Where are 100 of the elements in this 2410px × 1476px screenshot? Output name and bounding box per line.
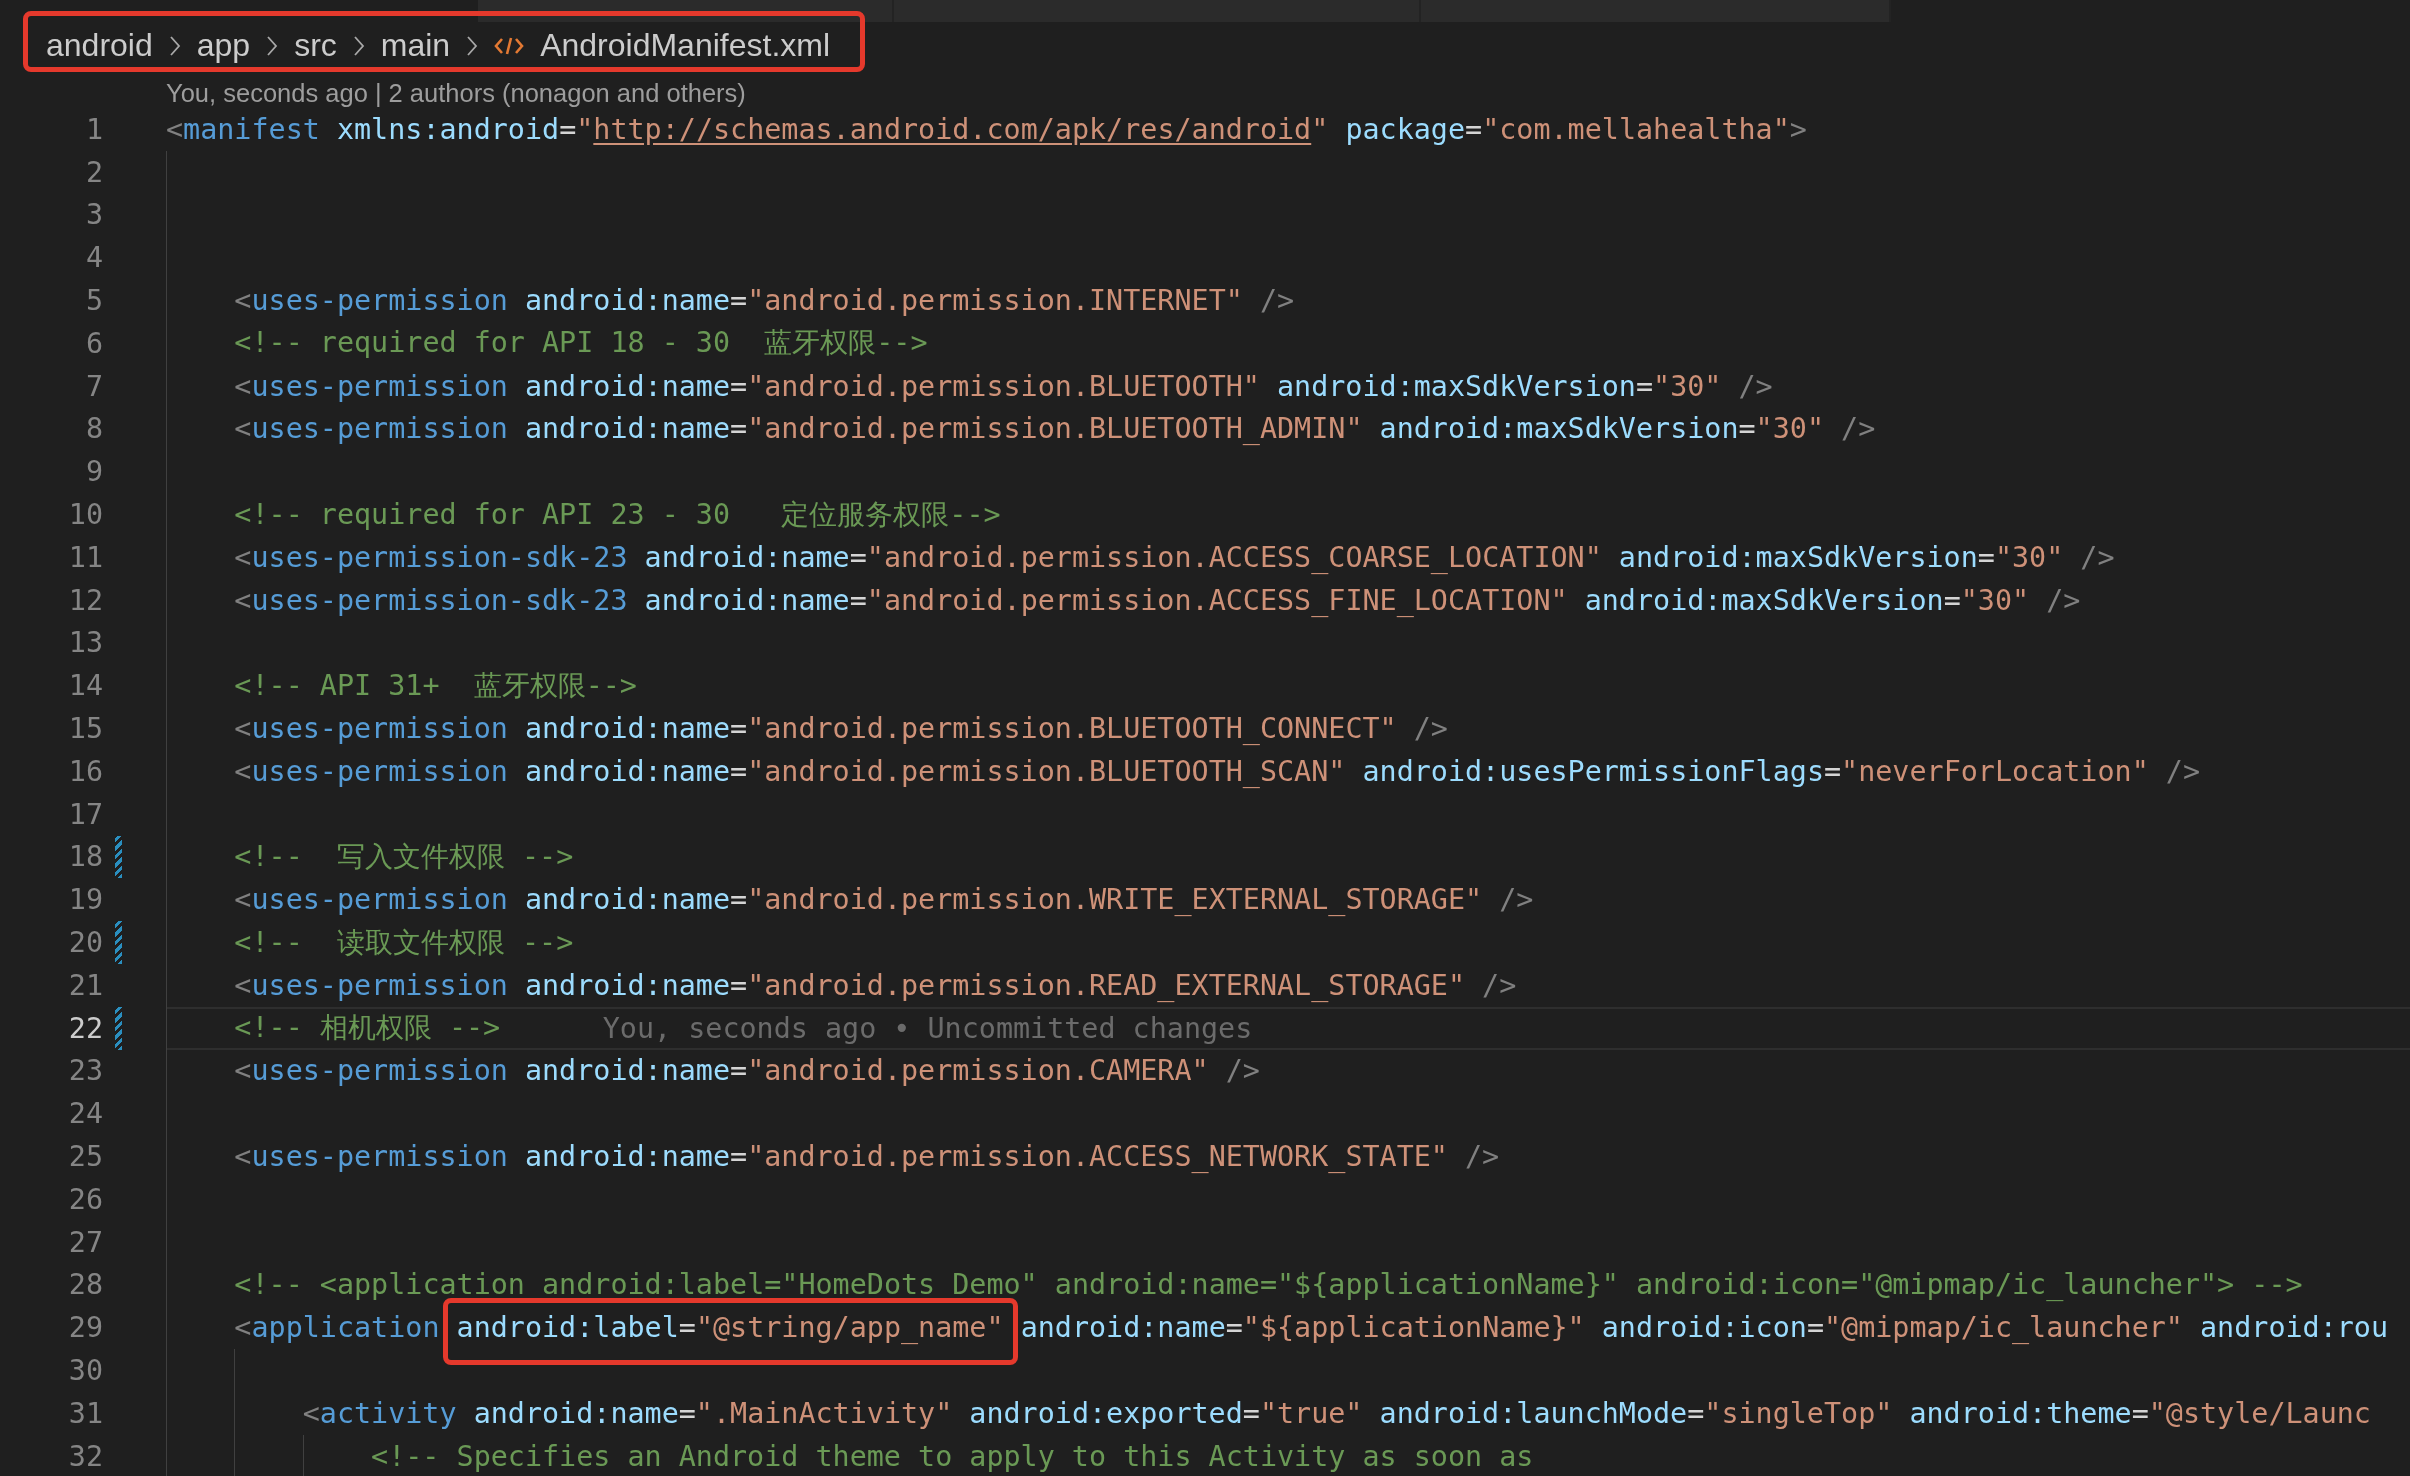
line-number: 7: [85, 369, 103, 403]
codelens[interactable]: You, seconds ago | 2 authors (nonagon and others): [166, 78, 746, 108]
attribute-value: "30": [1755, 412, 1824, 446]
quote-mark: ": [1311, 112, 1329, 146]
equals-sign: =: [849, 540, 867, 574]
change-marker[interactable]: [115, 835, 122, 879]
line-number: 29: [68, 1311, 103, 1345]
line-number: 6: [85, 326, 103, 360]
tag-bracket: />: [2080, 540, 2115, 574]
attribute-name: android:name: [473, 1396, 679, 1430]
line-number: 16: [68, 754, 103, 788]
equals-sign: =: [1943, 583, 1961, 617]
line-number: 15: [68, 712, 103, 746]
attribute-name: android:name: [524, 1054, 731, 1088]
line-number: 24: [68, 1097, 103, 1131]
attribute-name: android:name: [524, 968, 731, 1002]
attribute-name: android:rou: [2200, 1311, 2389, 1345]
chevron-right-icon: [352, 34, 365, 57]
line-number: 4: [85, 241, 103, 275]
attribute-value: "android.permission.CAMERA": [747, 1054, 1209, 1088]
tag-name: uses-permission-sdk-23: [251, 583, 628, 617]
tag-bracket: <: [234, 540, 252, 574]
attribute-value: "android.permission.BLUETOOTH_ADMIN": [747, 412, 1363, 446]
tag-name: uses-permission: [251, 883, 508, 917]
tag-bracket: />: [1413, 712, 1448, 746]
breadcrumb-item[interactable]: AndroidManifest.xml: [540, 27, 831, 64]
tag-bracket: />: [1738, 369, 1773, 403]
equals-sign: =: [1977, 540, 1995, 574]
tag-bracket: <: [234, 1140, 252, 1173]
line-number: 12: [68, 583, 103, 617]
change-marker[interactable]: [115, 1006, 122, 1050]
attribute-name: android:name: [524, 284, 731, 318]
attribute-value: "android.permission.BLUETOOTH": [747, 369, 1260, 403]
attribute-name: android:name: [644, 583, 850, 617]
breadcrumb-item[interactable]: main: [380, 27, 451, 64]
url-link[interactable]: http://schemas.android.com/apk/res/android: [593, 112, 1312, 146]
line-number: 19: [68, 883, 103, 917]
line-number: 23: [68, 1054, 103, 1088]
attribute-name: android:name: [1020, 1311, 1226, 1345]
attribute-name: android:name: [524, 1140, 731, 1173]
tag-name: uses-permission: [251, 412, 508, 446]
attribute-name: android:usesPermissionFlags: [1362, 754, 1824, 788]
attribute-value: "android.permission.ACCESS_COARSE_LOCATION": [866, 540, 1602, 574]
line-number: 2: [85, 155, 103, 189]
attribute-value: "android.permission.BLUETOOTH_CONNECT": [747, 712, 1397, 746]
breadcrumb-item[interactable]: src: [294, 27, 337, 64]
equals-sign: =: [1806, 1311, 1824, 1345]
equals-sign: =: [1687, 1396, 1705, 1430]
attribute-name: android:label: [456, 1311, 679, 1345]
equals-sign: =: [1635, 369, 1654, 403]
tag-bracket: />: [2046, 583, 2081, 617]
change-marker[interactable]: [115, 921, 122, 964]
equals-sign: =: [730, 754, 748, 788]
attribute-value: "${applicationName}": [1242, 1311, 1585, 1345]
line-number: 3: [85, 198, 103, 232]
line-number: 25: [68, 1140, 103, 1173]
attribute-value: ".MainActivity": [695, 1396, 953, 1430]
code-comment: <!-- required for API 18 - 30 蓝牙权限-->: [234, 325, 928, 362]
equals-sign: =: [730, 284, 748, 318]
equals-sign: =: [1465, 112, 1483, 146]
line-number: 1: [85, 112, 103, 146]
attribute-value: "30": [1653, 369, 1722, 403]
attribute-value: "@string/app_name": [695, 1311, 1004, 1345]
tag-bracket: <: [234, 1311, 252, 1345]
code-comment: <!-- API 31+ 蓝牙权限-->: [234, 667, 637, 704]
line-number: 11: [68, 540, 103, 574]
tag-bracket: <: [234, 369, 252, 403]
attribute-value: "@style/Launc: [2148, 1396, 2371, 1430]
code-comment: <!-- Specifies an Android theme to apply to this Activity as soon as: [371, 1439, 1534, 1473]
line-number: 17: [68, 797, 103, 831]
attribute-name: android:maxSdkVersion: [1277, 369, 1636, 403]
tag-name: uses-permission: [251, 968, 508, 1002]
line-number: 32: [68, 1439, 103, 1473]
tag-bracket: />: [1225, 1054, 1260, 1088]
attribute-value: "30": [1994, 540, 2064, 574]
line-number: 31: [68, 1396, 103, 1430]
tag-name: uses-permission: [251, 754, 508, 788]
tag-bracket: />: [1465, 1140, 1500, 1173]
attribute-name: android:icon: [1601, 1311, 1807, 1345]
code-comment: <!-- 读取文件权限 -->: [234, 924, 574, 961]
attribute-name: android:name: [524, 883, 731, 917]
tag-bracket: />: [1841, 412, 1876, 446]
equals-sign: =: [730, 883, 748, 917]
tag-name: manifest: [183, 112, 320, 146]
line-number: 22: [68, 1011, 103, 1045]
equals-sign: =: [730, 1054, 748, 1088]
breadcrumb-item[interactable]: app: [196, 27, 251, 64]
attribute-name: android:maxSdkVersion: [1379, 412, 1739, 446]
attribute-value: "android.permission.INTERNET": [747, 284, 1243, 318]
breadcrumb-item[interactable]: android: [46, 27, 153, 64]
tag-bracket: />: [2165, 754, 2200, 788]
chevron-right-icon: [266, 34, 279, 57]
tag-name: activity: [319, 1396, 457, 1430]
attribute-value: "singleTop": [1704, 1396, 1893, 1430]
attribute-value: "android.permission.READ_EXTERNAL_STORAGE": [747, 968, 1466, 1002]
attribute-name: android:name: [524, 369, 731, 403]
equals-sign: =: [1738, 412, 1756, 446]
equals-sign: =: [1225, 1311, 1243, 1345]
attribute-name: android:theme: [1909, 1396, 2132, 1430]
equals-sign: =: [730, 1140, 748, 1173]
